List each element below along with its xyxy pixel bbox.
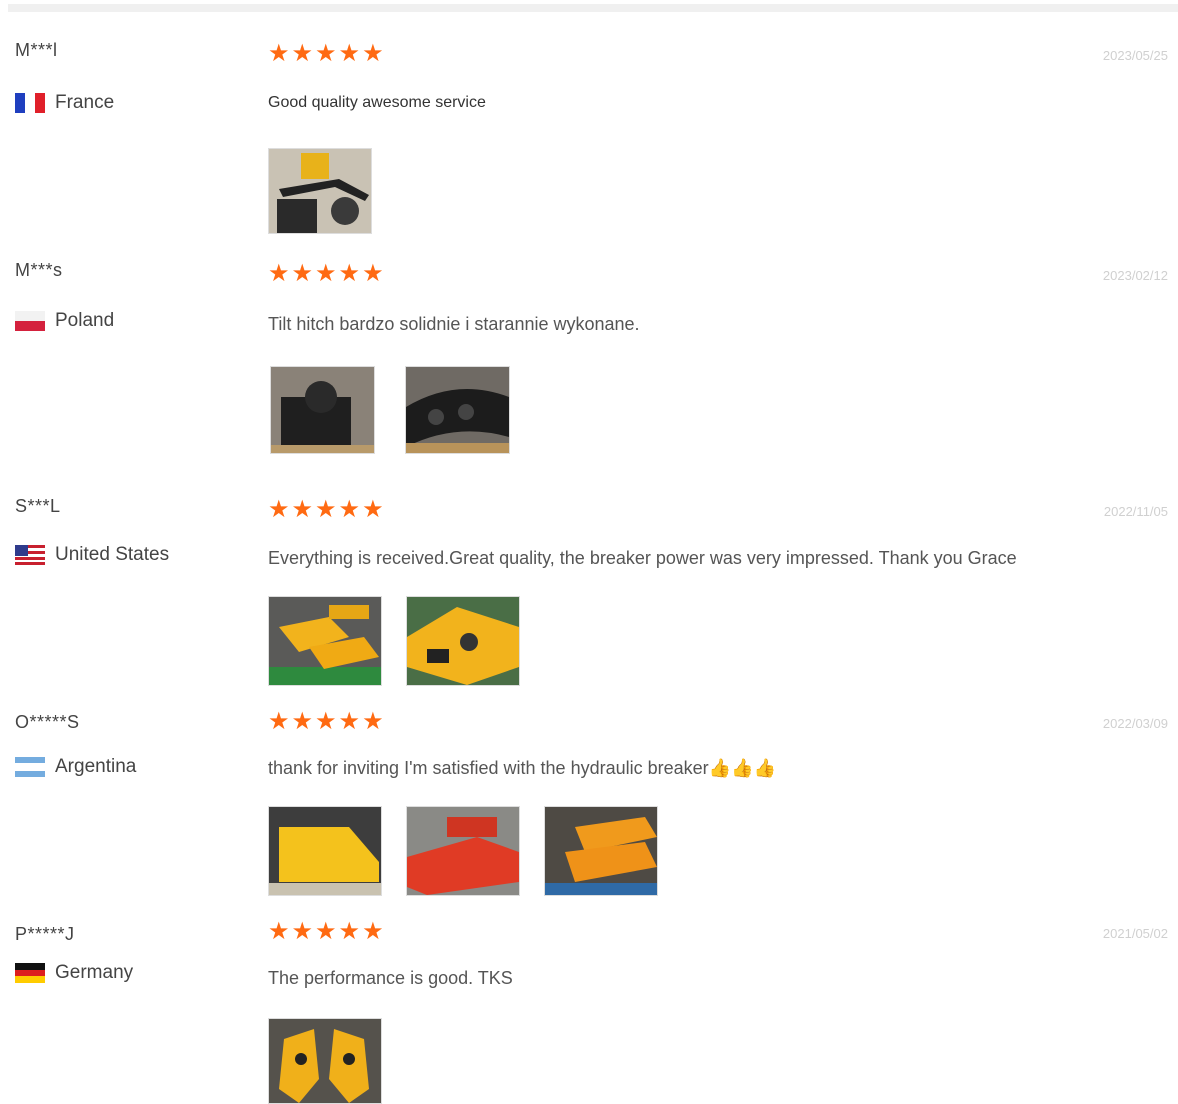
reviewer-country: Argentina	[15, 756, 136, 778]
star-rating: ★ ★ ★ ★ ★	[268, 710, 384, 734]
reviewer-country: Poland	[15, 310, 114, 332]
yellow-grapples-photo[interactable]	[268, 1018, 382, 1104]
reviewer-country: France	[15, 92, 114, 114]
star-icon: ★	[338, 260, 361, 287]
reviewer-name: M***s	[15, 260, 63, 280]
star-icon: ★	[338, 496, 361, 523]
review-text: Tilt hitch bardzo solidnie i starannie w…	[268, 314, 640, 334]
yellow-breaker-closeup-photo[interactable]	[406, 596, 520, 686]
review-photos	[268, 596, 520, 686]
reviewer-name: P*****J	[15, 924, 75, 944]
review-text: The performance is good. TKS	[268, 968, 513, 988]
review-text: Everything is received.Great quality, th…	[268, 548, 1017, 568]
review-photos	[268, 148, 372, 234]
top-divider	[8, 4, 1178, 12]
flag-germany-icon	[15, 963, 45, 983]
red-breakers-photo[interactable]	[406, 806, 520, 896]
reviewer-country: Germany	[15, 962, 133, 984]
star-icon: ★	[315, 40, 337, 67]
review-photos	[268, 1018, 382, 1104]
reviewer-country: United States	[15, 544, 169, 566]
yellow-tilt-hitch-photo[interactable]	[268, 148, 372, 234]
star-icon: ★	[268, 260, 290, 287]
review-date: 2023/05/25	[1102, 48, 1168, 63]
review-date: 2021/05/02	[1102, 926, 1168, 941]
review-text: Good quality awesome service	[268, 94, 486, 111]
reviewer-name: M***l	[15, 40, 58, 60]
review-date: 2023/02/12	[1102, 268, 1168, 283]
star-icon: ★	[362, 496, 384, 523]
flag-usa-icon	[15, 545, 45, 565]
star-icon: ★	[315, 260, 337, 287]
star-icon: ★	[315, 496, 337, 523]
star-icon: ★	[268, 496, 290, 523]
country-label: United States	[55, 544, 170, 565]
star-icon: ★	[268, 918, 290, 945]
star-icon: ★	[362, 708, 384, 735]
black-hitches-stacked-photo[interactable]	[405, 366, 510, 454]
star-rating: ★ ★ ★ ★ ★	[268, 262, 384, 286]
country-label: France	[55, 92, 115, 113]
star-icon: ★	[268, 40, 290, 67]
review-text: thank for inviting I'm satisfied with th…	[268, 758, 776, 778]
review-photos	[270, 366, 510, 454]
yellow-breaker-photo[interactable]	[268, 806, 382, 896]
star-icon: ★	[338, 40, 361, 67]
flag-france-icon	[15, 93, 45, 113]
star-icon: ★	[268, 708, 290, 735]
star-icon: ★	[291, 260, 314, 287]
review-date: 2022/03/09	[1102, 716, 1168, 731]
star-icon: ★	[315, 708, 337, 735]
black-tilt-hitch-photo[interactable]	[270, 366, 375, 454]
star-rating: ★ ★ ★ ★ ★	[268, 42, 384, 66]
star-icon: ★	[315, 918, 337, 945]
country-label: Poland	[55, 310, 115, 331]
star-icon: ★	[291, 918, 314, 945]
star-icon: ★	[362, 40, 384, 67]
review-photos	[268, 806, 658, 896]
country-label: Argentina	[55, 756, 137, 777]
reviewer-name: O*****S	[15, 712, 80, 732]
star-rating: ★ ★ ★ ★ ★	[268, 498, 384, 522]
star-icon: ★	[291, 40, 314, 67]
star-icon: ★	[291, 496, 314, 523]
reviewer-name: S***L	[15, 496, 61, 516]
orange-breakers-photo[interactable]	[544, 806, 658, 896]
review-date: 2022/11/05	[1103, 504, 1168, 519]
star-icon: ★	[338, 708, 361, 735]
star-rating: ★ ★ ★ ★ ★	[268, 920, 384, 944]
star-icon: ★	[362, 260, 384, 287]
star-icon: ★	[291, 708, 314, 735]
star-icon: ★	[338, 918, 361, 945]
flag-argentina-icon	[15, 757, 45, 777]
flag-poland-icon	[15, 311, 45, 331]
yellow-breakers-warehouse-photo[interactable]	[268, 596, 382, 686]
star-icon: ★	[362, 918, 384, 945]
country-label: Germany	[55, 962, 134, 983]
